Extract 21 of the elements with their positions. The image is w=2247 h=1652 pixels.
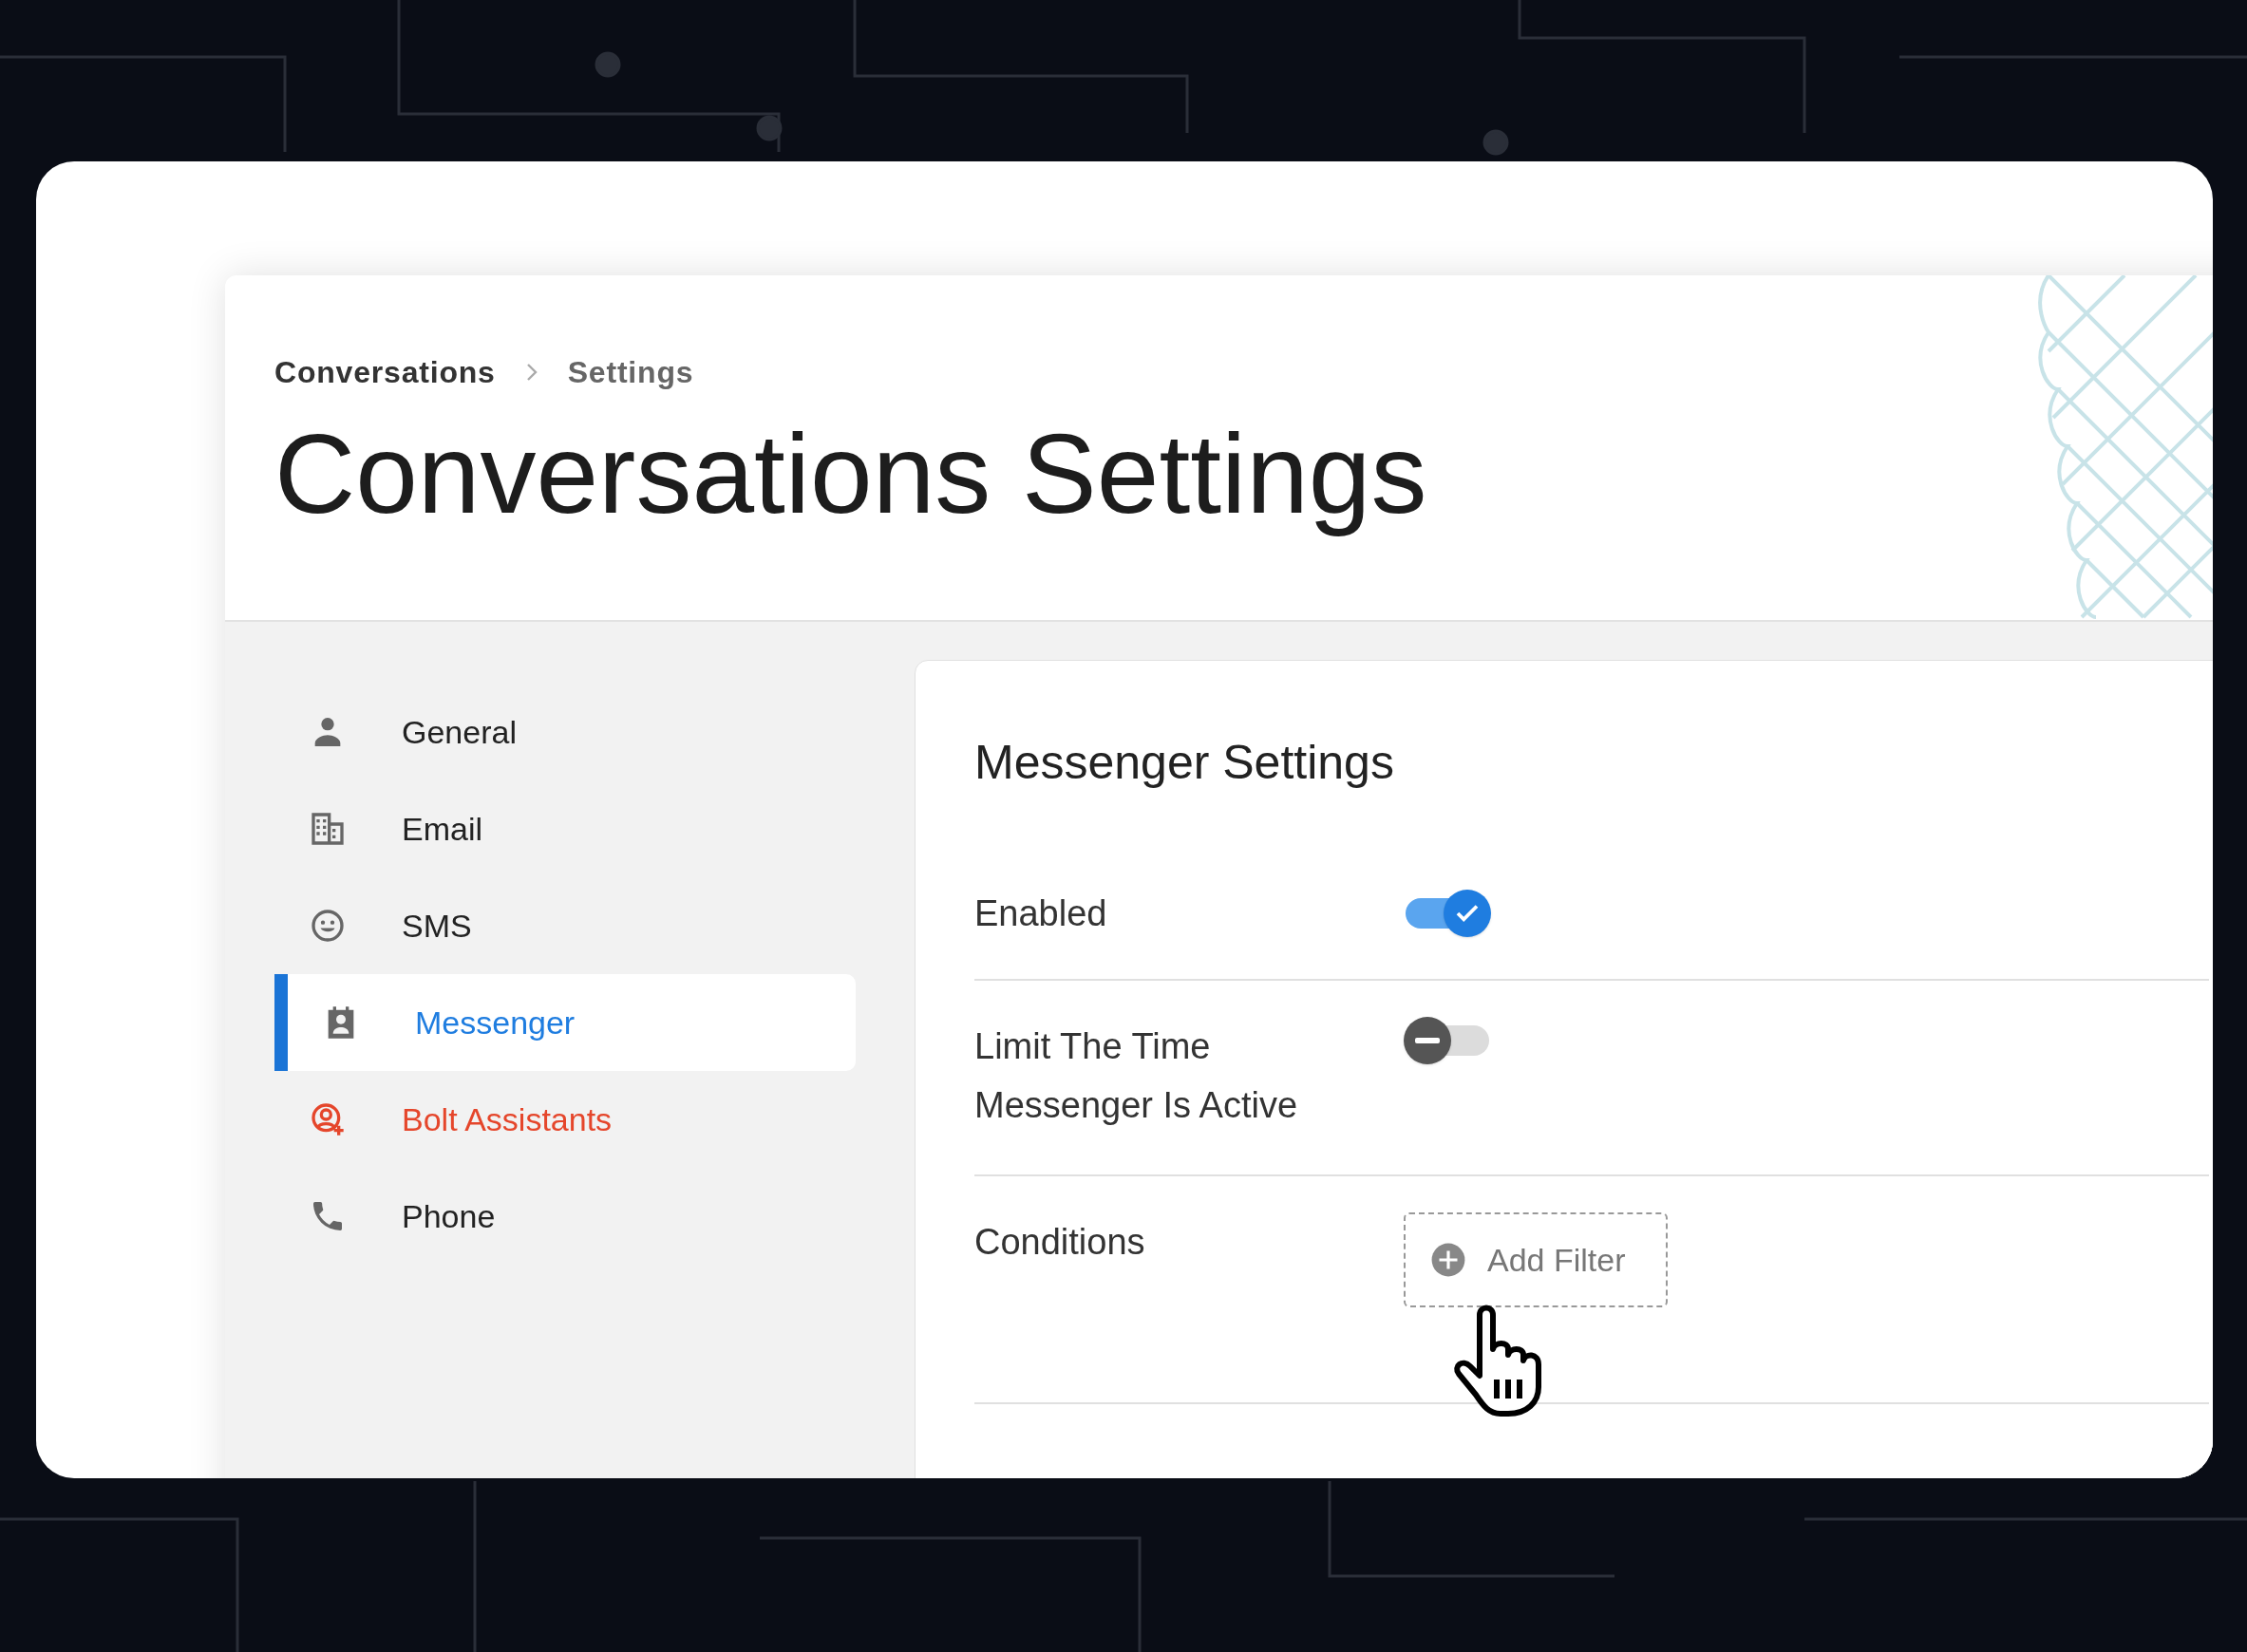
plus-circle-icon (1430, 1242, 1466, 1278)
panel-title: Messenger Settings (974, 735, 1395, 791)
setting-label: Limit The Time Messenger Is Active (974, 1025, 1299, 1127)
toggle-switch[interactable] (1404, 1017, 1491, 1064)
sidebar-item[interactable]: Phone (274, 1168, 856, 1265)
sidebar-item[interactable]: Bolt Assistants (274, 1071, 856, 1168)
breadcrumb-link[interactable]: Conversations (274, 349, 496, 395)
sidebar-item[interactable]: General (274, 684, 856, 780)
minus-icon (1415, 1038, 1440, 1043)
sidebar-item[interactable]: Email (274, 780, 856, 877)
building-icon (309, 810, 347, 848)
breadcrumb-link[interactable]: Settings (567, 349, 694, 395)
page-title: Conversations Settings (274, 410, 1427, 538)
setting-label: Enabled (974, 892, 1108, 935)
sidebar-item[interactable]: Messenger (274, 974, 856, 1071)
sidebar-item[interactable]: SMS (274, 877, 856, 974)
add-filter-button[interactable]: Add Filter (1404, 1212, 1668, 1307)
assistant-icon (309, 1100, 347, 1138)
setting-label: Conditions (974, 1221, 1146, 1264)
smiley-icon (309, 907, 347, 945)
toggle-switch[interactable] (1404, 890, 1491, 937)
